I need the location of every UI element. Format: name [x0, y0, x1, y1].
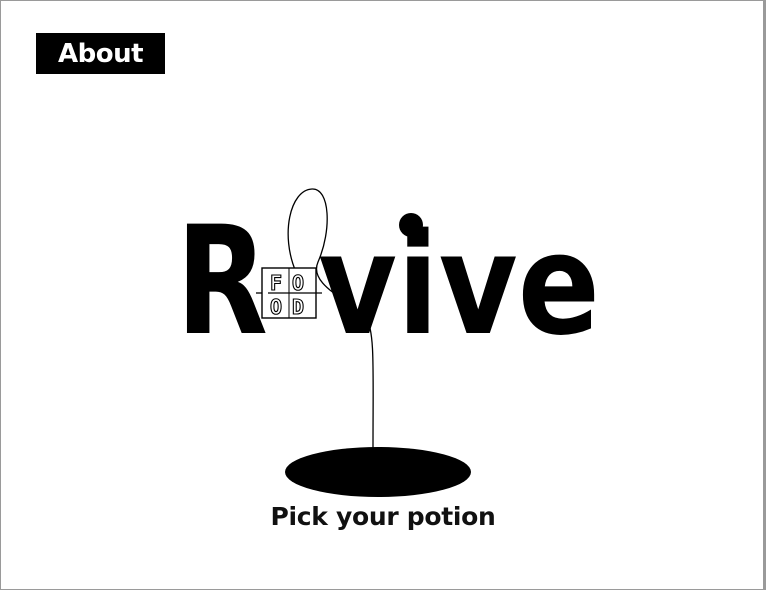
- food-letter-o1: O: [292, 271, 304, 295]
- food-letter-f: F: [270, 271, 282, 295]
- logo-i-dot: [399, 213, 423, 237]
- logo-letters-vive: vive: [318, 204, 600, 367]
- pick-potion-link[interactable]: Pick your potion: [0, 502, 766, 531]
- potion-puddle[interactable]: [285, 447, 471, 497]
- food-letter-d: D: [292, 295, 304, 319]
- food-grid-icon: F O O D: [256, 267, 322, 320]
- logo-letter-r: R: [176, 195, 268, 369]
- food-letter-o2: O: [270, 295, 282, 319]
